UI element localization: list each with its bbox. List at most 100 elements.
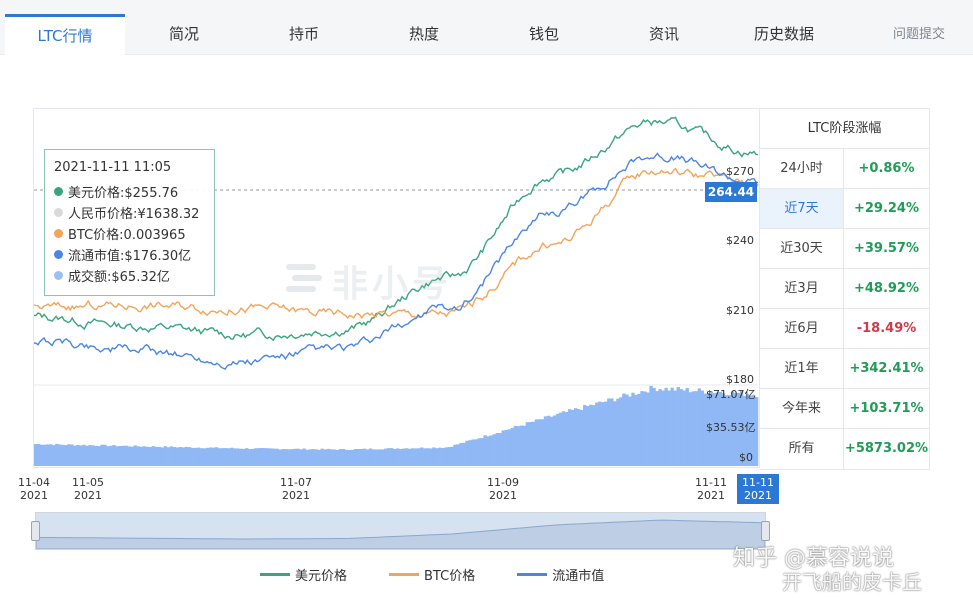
volume-bar	[595, 402, 599, 466]
change-row-30d[interactable]: 近30天 +39.57%	[760, 229, 929, 269]
legend-usd-price[interactable]: 美元价格	[260, 565, 347, 584]
volume-bar	[205, 447, 210, 466]
change-row-3m[interactable]: 近3月 +48.92%	[760, 269, 929, 309]
volume-axis-tick: $35.53亿	[706, 421, 756, 434]
volume-bar	[58, 444, 62, 466]
volume-bar	[233, 448, 237, 466]
volume-bar	[586, 406, 590, 466]
range-handle-right[interactable]	[761, 521, 770, 541]
volume-bar	[383, 448, 388, 466]
volume-bar	[130, 446, 134, 466]
range-handle-left[interactable]	[31, 521, 40, 541]
volume-bar	[637, 393, 641, 466]
mcap-dot-icon	[54, 250, 63, 259]
volume-bar	[85, 445, 89, 466]
x-axis-tick: 11-04 2021	[18, 476, 50, 502]
change-row-1y[interactable]: 近1年 +342.41%	[760, 349, 929, 389]
feixiaohao-logo-icon	[286, 264, 322, 292]
volume-bar	[646, 392, 650, 466]
volume-bar	[314, 449, 318, 466]
volume-bar	[311, 449, 315, 466]
volume-bar	[248, 449, 252, 466]
volume-bar	[359, 448, 364, 466]
volume-bar	[652, 387, 656, 466]
legend-market-cap[interactable]: 流通市值	[517, 565, 604, 584]
volume-bar	[417, 448, 421, 466]
volume-bar	[625, 394, 629, 466]
volume-bar	[414, 448, 418, 466]
change-row-24h[interactable]: 24小时 +0.86%	[760, 149, 929, 189]
price-axis-tick: $180	[726, 373, 754, 386]
range-navigator[interactable]	[31, 512, 770, 550]
price-axis-tick: $210	[726, 304, 754, 317]
volume-bar	[483, 435, 487, 466]
volume-bar	[109, 445, 113, 466]
volume-bar	[166, 447, 171, 466]
volume-bar	[643, 391, 647, 466]
volume-bar	[329, 449, 333, 466]
change-row-all[interactable]: 所有 +5873.02%	[760, 429, 929, 469]
volume-bar	[492, 434, 496, 466]
volume-bar	[420, 447, 424, 466]
volume-bar	[91, 445, 95, 466]
volume-bar	[655, 391, 659, 466]
usd-dot-icon	[54, 187, 63, 196]
volume-bar	[453, 444, 457, 466]
volume-bar	[356, 448, 361, 466]
volume-bar	[513, 425, 517, 466]
volume-bar	[184, 446, 189, 466]
x-axis-tick: 11-09 2021	[487, 476, 519, 502]
volume-bar	[392, 448, 397, 466]
volume-bar	[459, 442, 463, 466]
volume-bar	[570, 409, 575, 466]
volume-bar	[202, 448, 207, 466]
price-axis-tick: $270	[726, 165, 754, 178]
tooltip-market-cap: 流通市值:$176.30亿	[54, 244, 205, 265]
volume-bar	[540, 419, 545, 466]
volume-bar	[193, 447, 198, 466]
ltc-change-panel: LTC阶段涨幅 24小时 +0.86% 近7天 +29.24% 近30天 +39.57…	[760, 108, 930, 470]
volume-bar	[263, 448, 267, 466]
volume-bar	[151, 446, 155, 466]
legend-btc-price[interactable]: BTC价格	[389, 565, 475, 584]
volume-bar	[218, 448, 222, 466]
volume-bar	[561, 411, 566, 466]
change-row-ytd[interactable]: 今年来 +103.71%	[760, 389, 929, 429]
change-row-6m[interactable]: 近6月 -18.49%	[760, 309, 929, 349]
volume-bar	[456, 444, 460, 466]
volume-bar	[534, 419, 539, 466]
volume-bar	[592, 405, 596, 466]
volume-bar	[353, 449, 358, 466]
volume-bar	[172, 447, 177, 466]
volume-bar	[465, 440, 469, 466]
volume-bar	[380, 449, 385, 466]
volume-bar	[199, 448, 204, 466]
volume-bar	[70, 444, 74, 466]
volume-bar	[480, 438, 484, 466]
volume-bar	[658, 389, 662, 466]
volume-bar	[227, 448, 231, 466]
volume-bar	[365, 449, 370, 466]
volume-bar	[601, 402, 605, 466]
volume-bar	[338, 449, 342, 466]
volume-bar	[136, 446, 140, 466]
volume-bar	[438, 447, 442, 466]
volume-bar	[477, 438, 481, 466]
volume-bar	[634, 394, 638, 466]
volume-bar	[335, 449, 339, 466]
tooltip-usd-price: 美元价格:$255.76	[54, 181, 205, 202]
volume-bar	[489, 435, 493, 466]
volume-dot-icon	[54, 271, 63, 280]
volume-bar	[215, 447, 219, 466]
volume-bar	[661, 390, 665, 466]
volume-bar	[208, 447, 213, 466]
volume-bar	[691, 391, 695, 466]
volume-bar	[293, 448, 297, 466]
volume-bar	[332, 449, 336, 466]
volume-bar	[296, 448, 300, 466]
volume-bar	[211, 447, 216, 466]
change-row-7d[interactable]: 近7天 +29.24%	[760, 189, 929, 229]
volume-bar	[613, 401, 617, 466]
volume-bar	[377, 449, 382, 466]
volume-bar	[97, 446, 101, 466]
